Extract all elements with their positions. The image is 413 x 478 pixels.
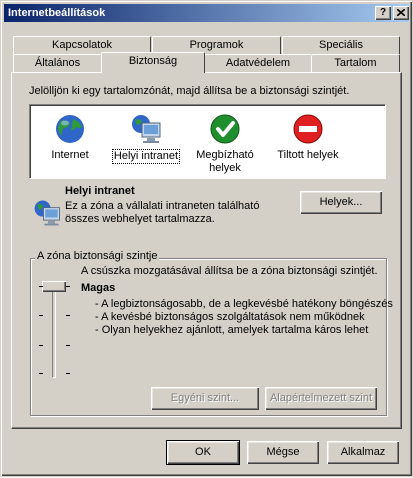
zone-trusted-sites[interactable]: Megbízható helyek — [190, 113, 260, 175]
custom-level-button[interactable]: Egyéni szint... — [151, 387, 259, 410]
ok-button[interactable]: OK — [166, 440, 240, 465]
slider-tick — [66, 373, 70, 374]
slider-tick — [66, 286, 70, 287]
zone-list[interactable]: Internet Helyi intranet Megbízható helye… — [29, 104, 386, 179]
level-bullet: - A legbiztonságosabb, de a legkevésbé h… — [95, 298, 393, 310]
dialog-window: Internetbeállítások ? Kapcsolatok Progra… — [0, 0, 413, 477]
cancel-button[interactable]: Mégse — [247, 441, 319, 464]
default-level-button[interactable]: Alapértelmezett szint — [265, 387, 377, 410]
globe-icon — [56, 115, 84, 143]
slider-tick — [39, 373, 43, 374]
security-level-name: Magas — [81, 282, 116, 294]
zone-restricted-sites-label: Tiltott helyek — [277, 149, 339, 161]
slider-hint: A csúszka mozgatásával állítsa be a zóna… — [81, 265, 378, 277]
zone-local-intranet-label: Helyi intranet — [111, 149, 181, 164]
zone-trusted-sites-label: Megbízható helyek — [196, 149, 254, 174]
security-slider-thumb[interactable] — [42, 281, 66, 292]
slider-tick — [39, 315, 43, 316]
zone-internet-label: Internet — [51, 149, 89, 161]
level-bullet: - A kevésbé biztonságos szolgáltatások n… — [95, 311, 365, 323]
computer-globe-icon — [34, 200, 60, 226]
slider-tick — [66, 315, 70, 316]
zone-local-intranet[interactable]: Helyi intranet — [106, 113, 186, 164]
apply-button[interactable]: Alkalmaz — [327, 441, 399, 464]
slider-tick — [66, 345, 70, 346]
zone-internet[interactable]: Internet — [38, 113, 102, 162]
security-slider-track[interactable] — [52, 285, 56, 378]
slider-tick — [39, 345, 43, 346]
security-level-group-label: A zóna biztonsági szintje — [35, 250, 160, 262]
instruction-text: Jelölljön ki egy tartalomzónát, majd áll… — [29, 85, 350, 97]
no-entry-icon — [293, 114, 323, 144]
computer-globe-icon — [132, 115, 161, 143]
zone-description: Ez a zóna a vállalati intraneten találha… — [65, 200, 260, 225]
slider-tick — [39, 286, 43, 287]
checkmark-icon — [210, 114, 240, 144]
level-bullet: - Olyan helyekhez ajánlott, amelyek tart… — [95, 324, 369, 336]
zone-restricted-sites[interactable]: Tiltott helyek — [266, 113, 350, 162]
sites-button[interactable]: Helyek... — [300, 191, 382, 214]
zone-title: Helyi intranet — [65, 185, 135, 197]
